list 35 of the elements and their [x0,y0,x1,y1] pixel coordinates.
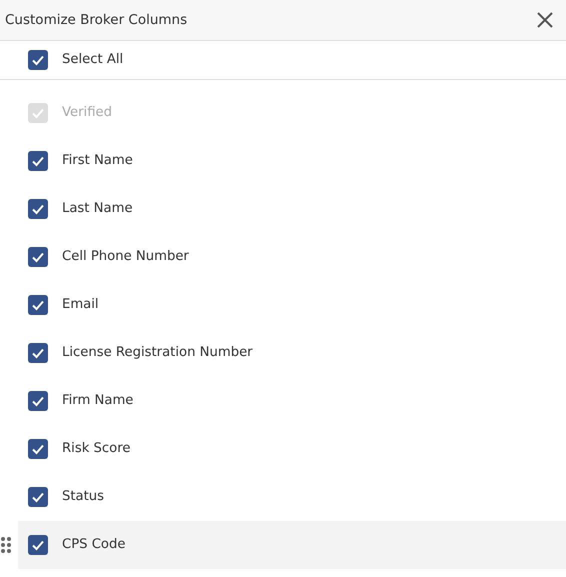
checkbox[interactable] [28,247,48,267]
checkbox[interactable] [28,439,48,459]
checkbox[interactable] [28,343,48,363]
checkbox[interactable] [28,535,48,555]
check-icon [31,298,45,312]
checkbox[interactable] [28,295,48,315]
checkbox[interactable] [28,487,48,507]
check-icon [31,394,45,408]
check-icon [31,53,45,67]
close-button[interactable] [536,11,554,29]
dialog-title: Customize Broker Columns [5,10,188,30]
checkbox[interactable] [28,391,48,411]
checkbox-label: License Registration Number [62,344,253,362]
check-icon [31,490,45,504]
checkbox-label: Risk Score [62,440,130,458]
check-icon [31,154,45,168]
check-icon [31,346,45,360]
checkbox-label: Verified [62,104,112,122]
checkbox-label: Email [62,296,99,314]
check-icon [31,538,45,552]
check-icon [31,202,45,216]
checkbox[interactable] [28,151,48,171]
check-icon [31,106,45,120]
checkbox-label: First Name [62,152,133,170]
checkbox-label: CPS Code [62,536,126,554]
checkbox[interactable] [28,199,48,219]
checkbox-label: Cell Phone Number [62,248,189,266]
checkbox-label: Last Name [62,200,133,218]
checkbox-label: Status [62,488,104,506]
drag-handle-icon[interactable] [1,537,11,553]
check-icon [31,442,45,456]
checkbox[interactable] [28,50,48,70]
checkbox-label: Firm Name [62,392,134,410]
checkbox-label: Select All [62,51,124,70]
check-icon [31,250,45,264]
